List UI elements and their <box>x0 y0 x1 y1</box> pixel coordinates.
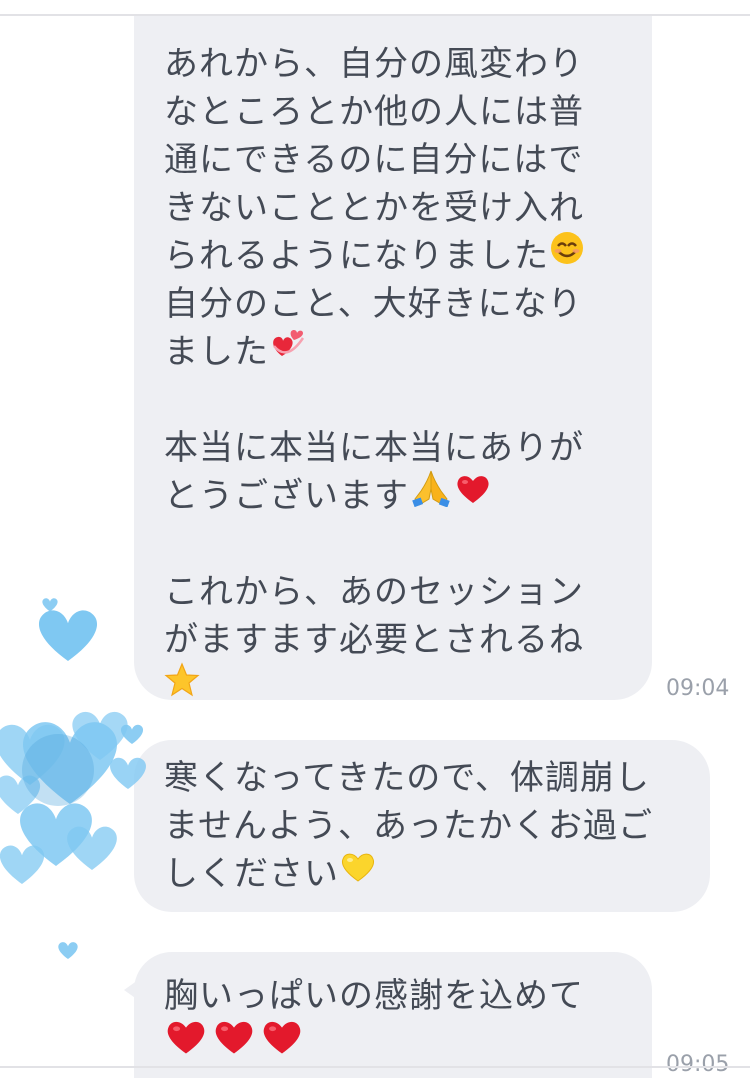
message-line: 自分のこと、大好きになり <box>164 284 583 324</box>
message-line-with-emoji: しください <box>164 850 710 898</box>
red-heart-icon <box>164 1017 208 1070</box>
message-bubble-1[interactable]: あれから、自分の風変わり なところとか他の人には普 通にできるのに自分にはで き… <box>134 16 652 700</box>
message-line: 通にできるのに自分にはで <box>164 140 584 180</box>
message-line-text: とうございます <box>164 476 409 516</box>
message-timestamp: 09:05 <box>666 1052 730 1077</box>
folded-hands-icon <box>411 469 451 520</box>
red-heart-icon <box>260 1017 304 1070</box>
message-line-with-emoji: られるようになりました <box>164 232 652 280</box>
message-line-text: しください <box>164 854 339 894</box>
chat-screen: あれから、自分の風変わり なところとか他の人には普 通にできるのに自分にはで き… <box>0 0 750 1078</box>
message-line: ませんよう、あったかくお過ご <box>164 806 653 846</box>
smiling-face-icon <box>549 230 585 279</box>
message-line: 本当に本当に本当にありが <box>164 428 584 468</box>
bottom-divider <box>0 1066 750 1068</box>
message-line-with-emoji: ました <box>164 328 652 376</box>
avatar-hearts-overlay <box>0 598 146 959</box>
message-line-text: ました <box>164 332 269 372</box>
red-heart-icon <box>212 1017 256 1070</box>
message-spacer <box>164 376 652 424</box>
message-line: あれから、自分の風変わり <box>164 44 584 84</box>
message-line-with-emoji <box>164 662 652 712</box>
message-spacer <box>164 520 652 568</box>
message-line: 寒くなってきたので、体調崩し <box>164 758 650 798</box>
yellow-heart-icon <box>339 849 377 897</box>
message-line-with-emoji <box>164 1020 652 1068</box>
message-bubble-2[interactable]: 寒くなってきたので、体調崩し ませんよう、あったかくお過ご しください <box>134 740 710 912</box>
revolving-hearts-icon <box>269 326 307 375</box>
message-line: これから、あのセッション <box>164 572 584 612</box>
message-bubble-3[interactable]: 胸いっぱいの感謝を込めて <box>134 952 652 1078</box>
message-line: がますます必要とされるね <box>164 620 584 660</box>
star-icon <box>164 662 200 711</box>
red-heart-icon <box>455 471 491 519</box>
message-line: 胸いっぱいの感謝を込めて <box>164 976 584 1016</box>
message-timestamp: 09:04 <box>666 676 730 701</box>
message-line: きないこととかを受け入れ <box>164 188 584 228</box>
message-line-with-emoji: とうございます <box>164 469 652 520</box>
message-line-text: られるようになりました <box>164 236 549 276</box>
message-line: なところとか他の人には普 <box>164 92 584 132</box>
